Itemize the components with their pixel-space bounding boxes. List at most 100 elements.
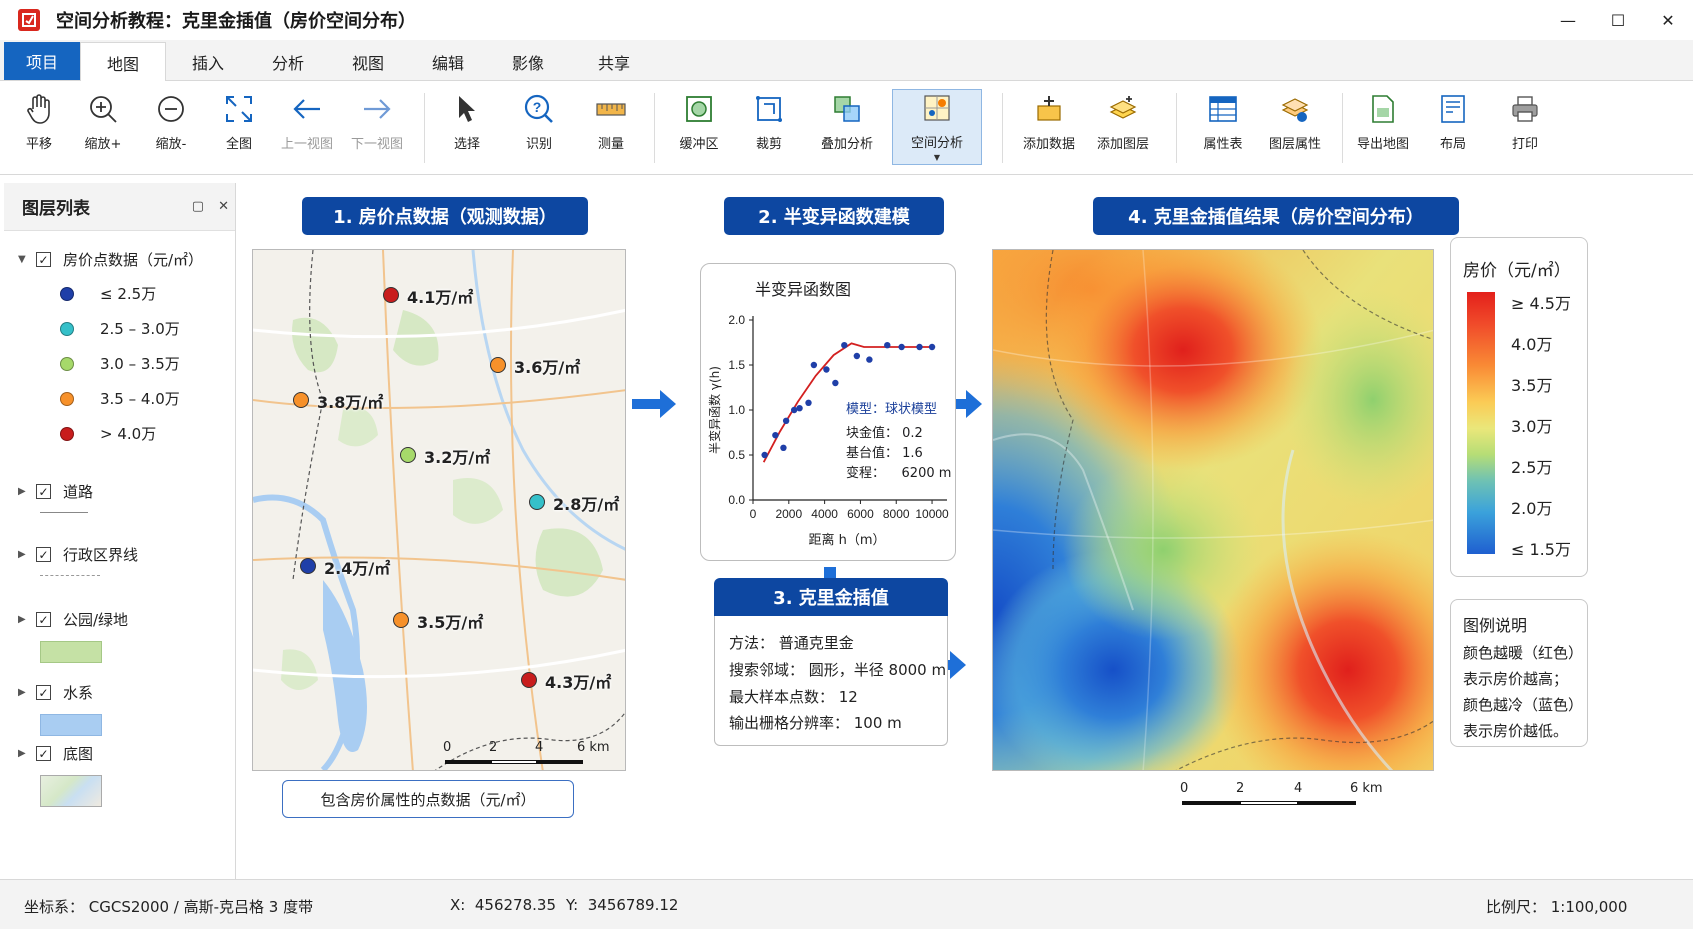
tab-edit[interactable]: 编辑 (410, 42, 486, 81)
expand-caret-icon[interactable]: ▶ (18, 614, 28, 625)
spatial-analysis-button[interactable]: 空间分析 ▼ (892, 89, 982, 165)
kriging-max-points: 最大样本点数： 12 (729, 688, 858, 706)
previous-view-button[interactable]: 上一视图 (272, 91, 342, 165)
layer-visibility-checkbox[interactable]: ✓ (36, 252, 51, 267)
price-point-marker[interactable] (400, 447, 416, 463)
buffer-button[interactable]: 缓冲区 (664, 91, 734, 165)
zoom-out-button[interactable]: 缩放- (136, 91, 206, 165)
tab-share[interactable]: 共享 (576, 42, 652, 81)
layer-list-panel: 图层列表 ▢ ✕ ▼ ✓ 房价点数据（元/㎡） ≤ 2.5万 2.5 – 3.0万… (4, 183, 236, 879)
kriging-params-panel: 方法： 普通克里金 搜索邻域： 圆形，半径 8000 m 最大样本点数： 12 … (714, 616, 948, 746)
spatial-analysis-label: 空间分析 (910, 136, 963, 151)
color-ramp (1467, 292, 1495, 554)
class-label: ≤ 2.5万 (100, 285, 157, 303)
price-point-label: 4.3万/㎡ (545, 673, 612, 692)
price-point-marker[interactable] (529, 494, 545, 510)
layer-name: 底图 (63, 745, 94, 763)
tab-project[interactable]: 项目 (4, 42, 80, 80)
full-extent-button[interactable]: 全图 (204, 91, 274, 165)
price-point-marker[interactable] (393, 612, 409, 628)
sample-point (832, 379, 839, 387)
close-button[interactable]: ✕ (1643, 0, 1693, 40)
table-icon (1205, 91, 1241, 127)
tab-map[interactable]: 地图 (80, 42, 166, 82)
pan-button[interactable]: 平移 (4, 91, 74, 165)
legend-class-item[interactable]: 2.5 – 3.0万 (60, 318, 180, 339)
attribute-table-button[interactable]: 属性表 (1188, 91, 1258, 165)
scale-label: 6 km (577, 740, 610, 755)
layer-item-admin-boundary[interactable]: ▶ ✓ 行政区界线 (18, 544, 138, 565)
price-point-marker[interactable] (490, 357, 506, 373)
legend-class-item[interactable]: 3.5 – 4.0万 (60, 388, 180, 409)
clip-button[interactable]: 裁剪 (734, 91, 804, 165)
legend-tick-label: ≥ 4.5万 (1511, 294, 1571, 313)
layer-item-water[interactable]: ▶ ✓ 水系 (18, 682, 93, 703)
expand-caret-icon[interactable]: ▶ (18, 748, 28, 759)
expand-caret-icon[interactable]: ▼ (18, 254, 28, 265)
layer-visibility-checkbox[interactable]: ✓ (36, 484, 51, 499)
legend-tick-label: 3.0万 (1511, 417, 1553, 436)
kriging-resolution: 输出栅格分辨率： 100 m (729, 714, 902, 732)
layer-visibility-checkbox[interactable]: ✓ (36, 547, 51, 562)
measure-label: 测量 (597, 137, 624, 152)
measure-button[interactable]: 测量 (576, 91, 646, 165)
model-label: 模型：球状模型 (846, 402, 938, 417)
legend-class-item[interactable]: > 4.0万 (60, 423, 156, 444)
select-button[interactable]: 选择 (432, 91, 502, 165)
next-view-button[interactable]: 下一视图 (342, 91, 412, 165)
expand-caret-icon[interactable]: ▶ (18, 486, 28, 497)
price-point-marker[interactable] (293, 392, 309, 408)
price-point-label: 3.2万/㎡ (424, 448, 491, 467)
expand-caret-icon[interactable]: ▶ (18, 549, 28, 560)
scale-label: 0 (1180, 781, 1189, 796)
layer-properties-button[interactable]: 图层属性 (1260, 91, 1330, 165)
layer-item-basemap[interactable]: ▶ ✓ 底图 (18, 743, 93, 764)
layer-visibility-checkbox[interactable]: ✓ (36, 746, 51, 761)
y-axis-label: 半变异函数 γ(h) (707, 366, 722, 454)
sample-point (866, 356, 873, 363)
ribbon-separator (1002, 93, 1003, 163)
tab-analysis[interactable]: 分析 (250, 42, 326, 81)
tab-insert[interactable]: 插入 (170, 42, 246, 81)
print-button[interactable]: 打印 (1490, 91, 1560, 165)
maximize-button[interactable]: ☐ (1593, 0, 1643, 40)
price-point-marker[interactable] (521, 672, 537, 688)
class-label: 3.5 – 4.0万 (100, 390, 180, 408)
expand-caret-icon[interactable]: ▶ (18, 687, 28, 698)
panel-restore-icon[interactable]: ▢ (192, 199, 204, 214)
tab-view[interactable]: 视图 (330, 42, 406, 81)
minimize-button[interactable]: — (1543, 0, 1593, 40)
layout-button[interactable]: 布局 (1418, 91, 1488, 165)
layer-item-house-price[interactable]: ▼ ✓ 房价点数据（元/㎡） (18, 249, 203, 270)
sample-point (841, 342, 848, 349)
class-label: 3.0 – 3.5万 (100, 355, 180, 373)
layer-item-roads[interactable]: ▶ ✓ 道路 (18, 481, 93, 502)
layer-visibility-checkbox[interactable]: ✓ (36, 612, 51, 627)
identify-button[interactable]: ? 识别 (504, 91, 574, 165)
legend-note-line: 颜色越暖（红色） (1463, 644, 1584, 662)
layer-properties-icon (1277, 91, 1313, 127)
price-point-marker[interactable] (383, 287, 399, 303)
price-point-marker[interactable] (300, 558, 316, 574)
legend-class-item[interactable]: ≤ 2.5万 (60, 283, 156, 304)
x-tick-label: 8000 (883, 507, 910, 521)
zoom-in-button[interactable]: 缩放+ (68, 91, 138, 165)
layer-item-parks[interactable]: ▶ ✓ 公园/绿地 (18, 609, 128, 630)
layer-visibility-checkbox[interactable]: ✓ (36, 685, 51, 700)
svg-text:?: ? (533, 99, 542, 115)
point-data-map[interactable]: 4.1万/㎡ 3.6万/㎡ 3.8万/㎡ 3.2万/㎡ 2.8万/㎡ 2.4万/㎡ 3.5万… (252, 249, 626, 771)
overlay-button[interactable]: 叠加分析 (810, 91, 884, 165)
map-scale: 比例尺： 1:100,000 (1486, 898, 1628, 916)
tab-imagery[interactable]: 影像 (490, 42, 566, 81)
add-layer-button[interactable]: 添加图层 (1088, 91, 1158, 165)
kriging-result-map[interactable] (992, 249, 1434, 771)
hand-icon (21, 91, 57, 127)
y-tick-label: 1.0 (728, 403, 745, 417)
step2-header: 2. 半变异函数建模 (724, 197, 944, 235)
legend-class-item[interactable]: 3.0 – 3.5万 (60, 353, 180, 374)
clip-icon (751, 91, 787, 127)
export-map-button[interactable]: 导出地图 (1348, 91, 1418, 165)
add-data-button[interactable]: 添加数据 (1014, 91, 1084, 165)
panel-close-icon[interactable]: ✕ (218, 199, 229, 214)
scale-label: 2 (1236, 781, 1245, 796)
